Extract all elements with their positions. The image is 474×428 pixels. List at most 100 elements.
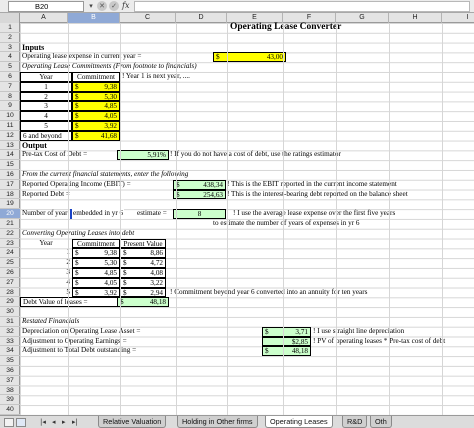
- column-header-h[interactable]: H: [389, 13, 442, 23]
- column-header-d[interactable]: D: [176, 13, 227, 23]
- row-header-17[interactable]: 17: [0, 180, 20, 190]
- commitment-header: Commitment: [72, 72, 120, 82]
- commitment-year: 6 and beyond: [20, 130, 72, 141]
- row-header-3[interactable]: 3: [0, 43, 20, 53]
- column-header-b[interactable]: B: [68, 13, 120, 23]
- confirm-icon[interactable]: ✓: [109, 1, 119, 11]
- next-sheet-icon[interactable]: ▸: [62, 416, 66, 428]
- years-value[interactable]: 8: [173, 209, 226, 219]
- row-header-21[interactable]: 21: [0, 219, 20, 229]
- pv-commitment[interactable]: $4,05: [72, 277, 120, 288]
- cancel-icon[interactable]: ✕: [97, 1, 107, 11]
- fx-icon[interactable]: fx: [122, 0, 129, 12]
- reported-debt-input[interactable]: $254,63: [173, 189, 226, 200]
- pv-present-value[interactable]: $4,72: [120, 258, 166, 268]
- row-header-19[interactable]: 19: [0, 199, 20, 210]
- first-sheet-icon[interactable]: |◂: [40, 416, 46, 428]
- pv-present-value[interactable]: $8,86: [120, 248, 166, 259]
- commitment-input[interactable]: $41,68: [72, 130, 120, 141]
- row-header-31[interactable]: 31: [0, 317, 20, 327]
- adj-oi-value[interactable]: $2,85: [262, 336, 311, 347]
- row-header-35[interactable]: 35: [0, 356, 20, 366]
- column-header-a[interactable]: A: [20, 13, 68, 23]
- reported-oi-input[interactable]: $438,34: [173, 179, 226, 190]
- pv-commitment[interactable]: $5,30: [72, 258, 120, 268]
- previous-sheet-icon[interactable]: ◂: [52, 416, 56, 428]
- commitment-input[interactable]: $9,38: [72, 81, 120, 92]
- row-header-9[interactable]: 9: [0, 101, 20, 112]
- pv-year-header: Year: [39, 238, 53, 247]
- column-header-c[interactable]: C: [120, 13, 176, 23]
- commitment-input[interactable]: $4,85: [72, 101, 120, 112]
- row-header-2[interactable]: 2: [0, 33, 20, 43]
- sheet-tab-bar: |◂ ◂ ▸ ▸| Relative Valuation Holding in …: [0, 415, 474, 428]
- select-all-corner[interactable]: [0, 13, 20, 23]
- tab-relative-valuation[interactable]: Relative Valuation: [98, 416, 167, 428]
- row-header-28[interactable]: 28: [0, 288, 20, 298]
- row-header-8[interactable]: 8: [0, 92, 20, 102]
- depreciation-output[interactable]: $3,71: [262, 326, 311, 337]
- row-header-15[interactable]: 15: [0, 160, 20, 170]
- commitment-input[interactable]: $3,92: [72, 121, 120, 131]
- row-header-26[interactable]: 26: [0, 268, 20, 278]
- row-header-29[interactable]: 29: [0, 297, 20, 308]
- pretax-value[interactable]: 5,91%: [117, 150, 169, 161]
- pv-present-value[interactable]: $4,08: [120, 268, 166, 278]
- row-header-12[interactable]: 12: [0, 131, 20, 141]
- year-header: Year: [20, 72, 72, 82]
- row-header-7[interactable]: 7: [0, 82, 20, 92]
- pv-present-value[interactable]: $2,94: [120, 287, 166, 298]
- row-header-32[interactable]: 32: [0, 327, 20, 337]
- row-header-40[interactable]: 40: [0, 405, 20, 415]
- pv-present-value[interactable]: $3,22: [120, 277, 166, 288]
- adj-debt-output[interactable]: $48,18: [262, 346, 311, 357]
- row-header-18[interactable]: 18: [0, 190, 20, 200]
- row-header-33[interactable]: 33: [0, 337, 20, 347]
- row-header-6[interactable]: 6: [0, 72, 20, 82]
- pv-commitment[interactable]: $9,38: [72, 248, 120, 259]
- row-header-34[interactable]: 34: [0, 346, 20, 357]
- row-header-20[interactable]: 20: [0, 209, 20, 219]
- debt-value-output[interactable]: $48,18: [117, 297, 169, 308]
- page-layout-view-icon[interactable]: [16, 418, 26, 427]
- row-header-27[interactable]: 27: [0, 278, 20, 288]
- depreciation-note: ! I use straight line depreciation: [313, 326, 405, 335]
- commitment-input-value: 41,68: [100, 131, 117, 140]
- row-header-5[interactable]: 5: [0, 62, 20, 72]
- normal-view-icon[interactable]: [4, 418, 14, 427]
- row-header-16[interactable]: 16: [0, 170, 20, 180]
- dropdown-icon[interactable]: ▾: [86, 1, 96, 11]
- name-box[interactable]: B20: [8, 1, 84, 12]
- cell-area[interactable]: Operating Lease Converter Inputs Operati…: [20, 22, 474, 415]
- tab-r-and-d[interactable]: R&D: [342, 416, 368, 428]
- pv-commitment[interactable]: $4,85: [72, 268, 120, 278]
- row-header-11[interactable]: 11: [0, 121, 20, 131]
- row-header-1[interactable]: 1: [0, 23, 20, 33]
- tab-other[interactable]: Oth: [370, 416, 392, 428]
- row-header-14[interactable]: 14: [0, 150, 20, 161]
- row-header-30[interactable]: 30: [0, 307, 20, 317]
- commitment-input[interactable]: $5,30: [72, 91, 120, 102]
- row-header-37[interactable]: 37: [0, 376, 20, 386]
- last-sheet-icon[interactable]: ▸|: [72, 416, 78, 428]
- row-header-13[interactable]: 13: [0, 141, 20, 151]
- pv-commitment[interactable]: $3,92: [72, 287, 120, 298]
- row-header-38[interactable]: 38: [0, 386, 20, 396]
- formula-input[interactable]: [134, 1, 470, 12]
- column-header-g[interactable]: G: [336, 13, 389, 23]
- row-header-24[interactable]: 24: [0, 248, 20, 259]
- row-header-10[interactable]: 10: [0, 111, 20, 121]
- row-header-39[interactable]: 39: [0, 395, 20, 406]
- row-header-23[interactable]: 23: [0, 239, 20, 249]
- tab-operating-leases[interactable]: Operating Leases: [265, 416, 333, 428]
- row-header-22[interactable]: 22: [0, 229, 20, 239]
- row-header-36[interactable]: 36: [0, 366, 20, 376]
- op-lease-input[interactable]: $43,00: [213, 52, 286, 63]
- row-header-25[interactable]: 25: [0, 258, 20, 268]
- column-gridline: [120, 23, 121, 415]
- column-header-i[interactable]: I: [442, 13, 474, 23]
- tab-holding-in-other-firms[interactable]: Holding in Other firms: [177, 416, 258, 428]
- row-header-4[interactable]: 4: [0, 52, 20, 63]
- pretax-label: Pre-tax Cost of Debt =: [22, 150, 88, 159]
- commitment-input[interactable]: $4,05: [72, 111, 120, 121]
